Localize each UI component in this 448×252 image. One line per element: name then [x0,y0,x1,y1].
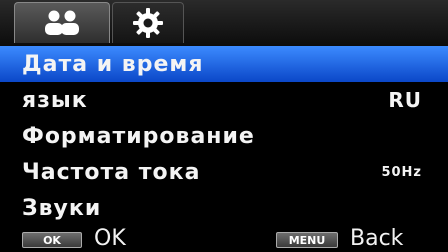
camera-settings-screen: Дата и время язык RU Форматирование Част… [0,0,448,252]
menu-item-value: RU [388,88,422,112]
menu-item-label: Звуки [22,195,102,221]
tab-general[interactable] [14,2,110,43]
menu-item-language[interactable]: язык RU [0,82,448,118]
menu-item-value: 50Hz [381,164,422,180]
menu-item-label: язык [22,87,88,113]
people-icon [45,10,79,35]
tab-settings[interactable] [112,2,184,43]
menu-item-label: Частота тока [22,159,201,185]
menu-key-badge[interactable]: MENU [276,232,338,248]
settings-menu: Дата и время язык RU Форматирование Част… [0,46,448,226]
menu-item-date-time[interactable]: Дата и время [0,46,448,82]
menu-item-label: Форматирование [22,123,255,149]
tab-bar [0,0,448,46]
back-hint-label: Back [350,226,404,251]
menu-item-label: Дата и время [22,51,204,77]
gear-icon [133,8,163,38]
menu-item-frequency[interactable]: Частота тока 50Hz [0,154,448,190]
menu-item-sounds[interactable]: Звуки [0,190,448,226]
menu-item-format[interactable]: Форматирование [0,118,448,154]
bottom-hint-bar: OK OK MENU Back [0,226,448,252]
ok-hint-label: OK [94,226,126,251]
ok-key-badge[interactable]: OK [22,232,82,248]
